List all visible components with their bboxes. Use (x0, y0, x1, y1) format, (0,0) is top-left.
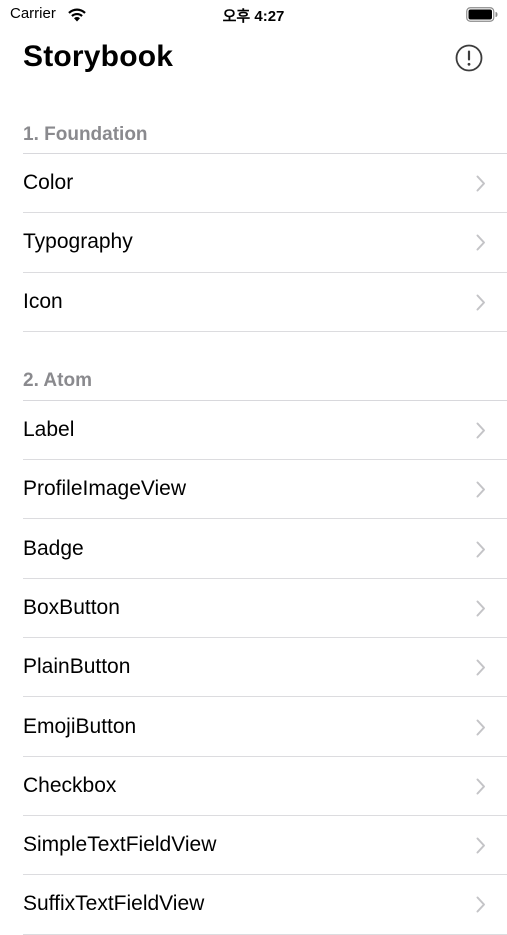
navigation-header: Storybook (0, 30, 507, 100)
chevron-right-icon (476, 837, 485, 854)
chevron-right-icon (476, 541, 485, 558)
list-item-label: Typography (23, 230, 133, 254)
list-item-label: Color (23, 171, 74, 195)
chevron-right-icon (476, 422, 485, 439)
list-item-label: SimpleTextFieldView (23, 833, 217, 857)
battery-icon (466, 7, 498, 22)
status-bar: Carrier 오후 4:27 (0, 0, 507, 30)
chevron-right-icon (476, 659, 485, 676)
status-time: 오후 4:27 (222, 8, 285, 25)
chevron-right-icon (476, 778, 485, 795)
list-item-label: Label (23, 418, 75, 442)
list-item-box-button[interactable]: BoxButton (23, 579, 507, 639)
list-item-plain-button[interactable]: PlainButton (23, 638, 507, 698)
section-atom: 2. Atom Label ProfileImageView Badge Box… (0, 332, 507, 935)
chevron-right-icon (476, 175, 485, 192)
list-item-profile-image-view[interactable]: ProfileImageView (23, 460, 507, 520)
chevron-right-icon (476, 600, 485, 617)
list-item-label: Badge (23, 536, 84, 560)
chevron-right-icon (476, 234, 485, 251)
list-item-label: EmojiButton (23, 714, 137, 738)
page-title: Storybook (23, 40, 174, 73)
chevron-right-icon (476, 481, 485, 498)
list-item-label: PlainButton (23, 655, 131, 679)
list-item-label[interactable]: Label (23, 401, 507, 461)
list-item-label: Checkbox (23, 773, 117, 797)
section-header: 2. Atom (23, 332, 507, 401)
exclamation-circle-icon[interactable] (453, 42, 485, 74)
list-item-color[interactable]: Color (23, 154, 507, 214)
list-item-checkbox[interactable]: Checkbox (23, 757, 507, 816)
chevron-right-icon (476, 719, 485, 736)
list-item-simple-text-field-view[interactable]: SimpleTextFieldView (23, 816, 507, 876)
section-foundation: 1. Foundation Color Typography Icon (0, 100, 507, 332)
chevron-right-icon (476, 896, 485, 913)
section-header: 1. Foundation (23, 100, 507, 154)
chevron-right-icon (476, 294, 485, 311)
list-item-typography[interactable]: Typography (23, 213, 507, 273)
list-item-label: Icon (23, 289, 63, 313)
list-item-suffix-text-field-view[interactable]: SuffixTextFieldView (23, 875, 507, 935)
list-item-badge[interactable]: Badge (23, 519, 507, 579)
list-item-label: SuffixTextFieldView (23, 892, 205, 916)
list-item-label: BoxButton (23, 595, 120, 619)
list-item-icon[interactable]: Icon (23, 273, 507, 332)
storybook-list: 1. Foundation Color Typography Icon 2. A… (0, 100, 507, 935)
list-item-emoji-button[interactable]: EmojiButton (23, 697, 507, 757)
list-item-label: ProfileImageView (23, 477, 187, 501)
